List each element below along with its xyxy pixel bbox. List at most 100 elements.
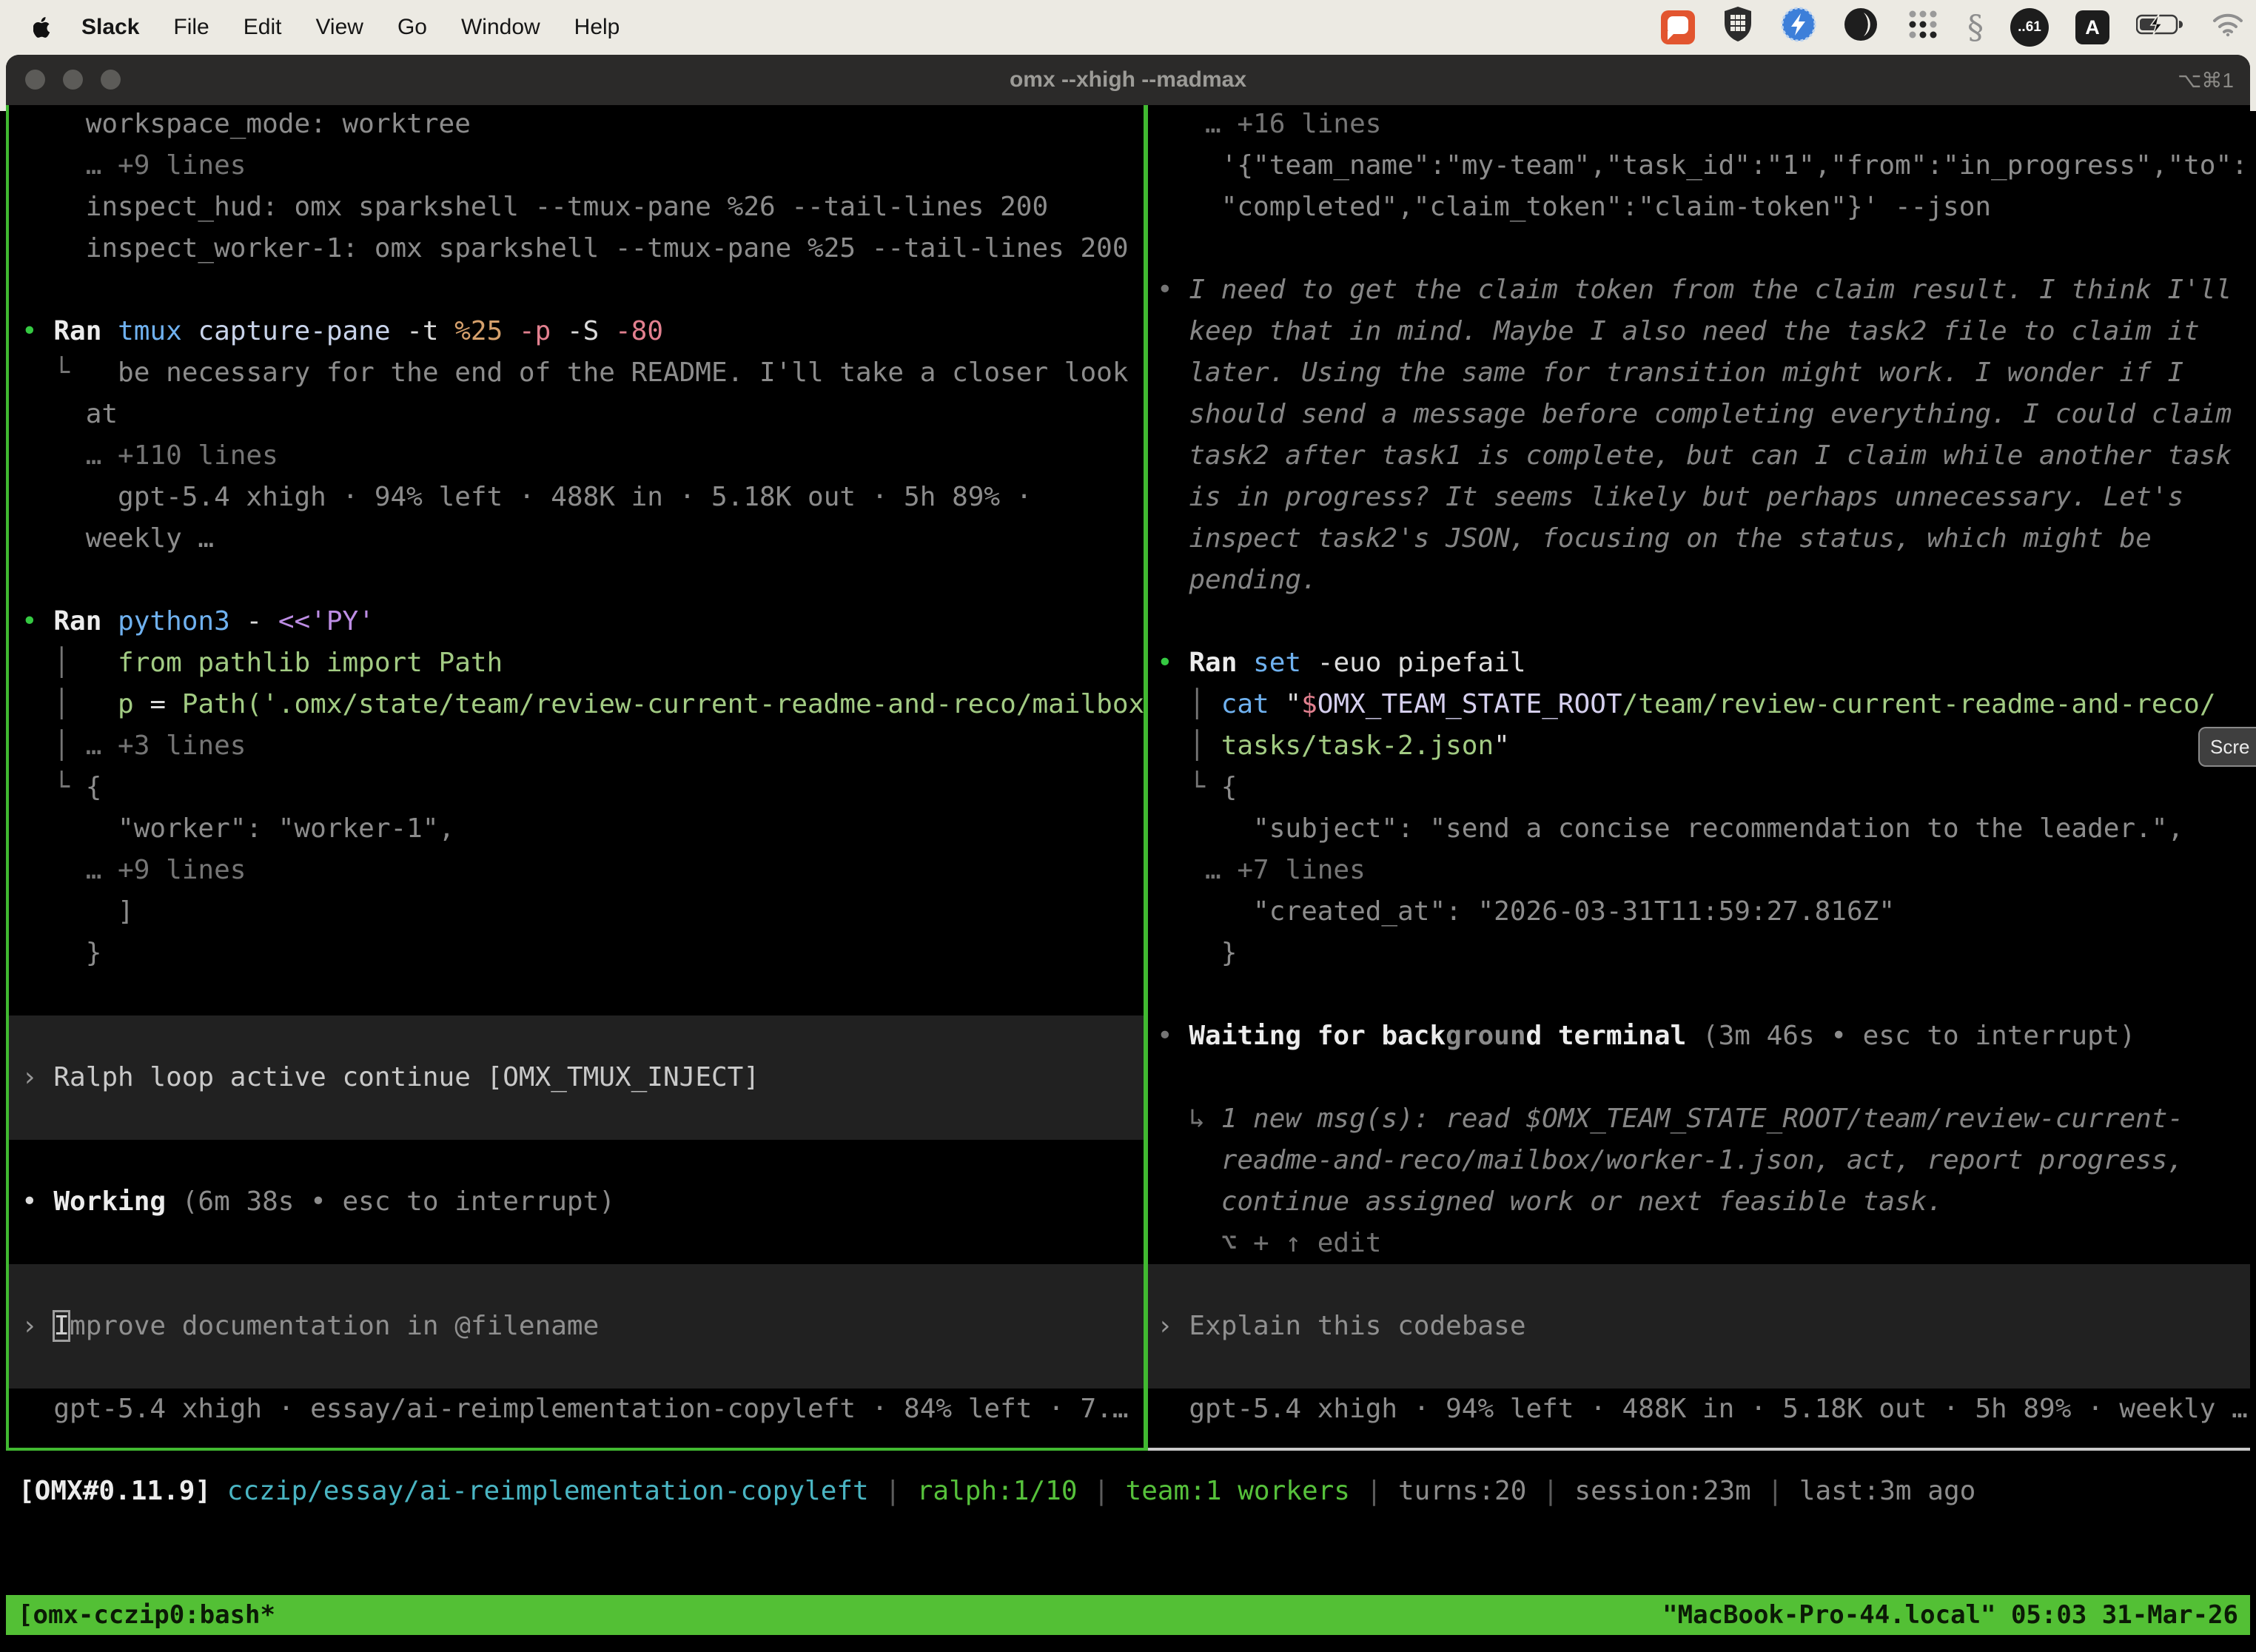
text-span: set: [1253, 648, 1317, 678]
terminal-line: • I need to get the claim token from the…: [1148, 269, 2250, 311]
prompt-input-row[interactable]: [9, 1347, 1144, 1389]
menu-item-window[interactable]: Window: [461, 15, 540, 40]
menu-bar: Slack File Edit View Go Window Help § ..…: [0, 0, 2256, 55]
timer-badge[interactable]: ..61: [2010, 8, 2049, 47]
text-span: last:3m ago: [1799, 1476, 1975, 1506]
terminal-line: • Waiting for background terminal (3m 46…: [1148, 1015, 2250, 1057]
terminal-line: └ {: [1148, 767, 2250, 808]
menu-item-view[interactable]: View: [315, 15, 363, 40]
menu-item-go[interactable]: Go: [397, 15, 427, 40]
text-span: Ran: [53, 316, 118, 346]
prompt-input-row[interactable]: › Explain this codebase: [1148, 1306, 2250, 1347]
terminal-line: … +7 lines: [1148, 850, 2250, 891]
text-span: inspect task2's JSON, focusing on the st…: [1157, 523, 2152, 554]
text-span: … +110 lines: [21, 440, 278, 471]
text-span: └: [1157, 772, 1221, 802]
terminal-line: workspace_mode: worktree: [9, 105, 1144, 145]
text-span: │ … +3 lines: [21, 731, 246, 761]
crescent-icon[interactable]: [1843, 7, 1879, 48]
menu-item-file[interactable]: File: [173, 15, 209, 40]
terminal-line: gpt-5.4 xhigh · 94% left · 488K in · 5.1…: [9, 477, 1144, 518]
text-span: %25: [454, 316, 519, 346]
terminal-line: [1148, 228, 2250, 269]
squiggle-icon[interactable]: §: [1967, 9, 1984, 47]
terminal-line: pending.: [1148, 560, 2250, 601]
text-span: from pathlib import Path: [118, 648, 503, 678]
wifi-icon[interactable]: [2212, 12, 2244, 43]
text-span: |: [1078, 1476, 1126, 1506]
dots-grid-icon[interactable]: [1905, 7, 1941, 48]
text-span: I need to get the claim token from the c…: [1189, 275, 2232, 305]
tmux-pane-left[interactable]: workspace_mode: worktree … +9 lines insp…: [6, 105, 1144, 1451]
text-span: ›: [21, 1062, 53, 1092]
shield-grid-icon[interactable]: [1722, 6, 1754, 49]
tmux-status-bar: [omx-cczip0:bash* "MacBook-Pro-44.local"…: [6, 1595, 2250, 1635]
terminal-line: └ {: [9, 767, 1144, 808]
terminal-line: weekly …: [9, 518, 1144, 560]
text-span: readme-and-reco/mailbox/worker-1.json, a…: [1157, 1145, 2183, 1175]
text-span: cat: [1221, 689, 1286, 719]
text-span: {: [86, 772, 102, 802]
apple-menu-icon[interactable]: [28, 16, 58, 39]
text-span: keep that in mind. Maybe I also need the…: [1157, 316, 2200, 346]
text-span: turns:20: [1398, 1476, 1526, 1506]
text-span: p: [118, 689, 150, 719]
text-span: "subject": "send a concise recommendatio…: [1157, 813, 2183, 844]
text-span: -euo pipefail: [1317, 648, 1526, 678]
text-span: |: [1350, 1476, 1398, 1506]
prompt-input-row[interactable]: › Improve documentation in @filename: [9, 1306, 1144, 1347]
text-span: inspect_hud: omx sparkshell --tmux-pane …: [21, 192, 1048, 222]
sync-bolt-icon[interactable]: [1781, 7, 1816, 48]
screen-overlay-label: Scre: [2210, 736, 2249, 759]
terminal-line: │ … +3 lines: [9, 725, 1144, 767]
text-span: │: [1157, 731, 1221, 761]
text-span: ›: [21, 1311, 53, 1341]
menu-app-name[interactable]: Slack: [81, 15, 139, 40]
text-span: |: [1526, 1476, 1574, 1506]
text-span: Ralph loop active continue [OMX_TMUX_INJ…: [53, 1062, 759, 1092]
terminal-line: │ from pathlib import Path: [9, 642, 1144, 684]
text-span: -: [246, 606, 278, 637]
prompt-input-row[interactable]: [1148, 1264, 2250, 1306]
prompt-input-row[interactable]: › Ralph loop active continue [OMX_TMUX_I…: [9, 1057, 1144, 1098]
terminal-line: inspect task2's JSON, focusing on the st…: [1148, 518, 2250, 560]
menu-item-edit[interactable]: Edit: [244, 15, 282, 40]
prompt-input-row[interactable]: [9, 1264, 1144, 1306]
prompt-input-row[interactable]: [1148, 1347, 2250, 1389]
omx-status-line: [OMX#0.11.9] cczip/essay/ai-reimplementa…: [6, 1471, 2250, 1512]
terminal-line: is in progress? It seems likely but perh…: [1148, 477, 2250, 518]
text-span: •: [1157, 275, 1189, 305]
text-span: -80: [615, 316, 663, 346]
text-span: (3m 46s • esc to interrupt): [1702, 1021, 2135, 1051]
chat-icon[interactable]: [1661, 10, 1695, 44]
text-span: ": [1285, 689, 1301, 719]
terminal-line: │ p = Path('.omx/state/team/review-curre…: [9, 684, 1144, 725]
text-span: capture-pane: [198, 316, 406, 346]
text-span: "completed","claim_token":"claim-token"}…: [1157, 192, 1991, 222]
battery-icon[interactable]: [2136, 13, 2185, 42]
terminal-line: [1148, 601, 2250, 642]
prompt-input-row[interactable]: [9, 1098, 1144, 1140]
prompt-input-row[interactable]: [9, 1015, 1144, 1057]
text-span: should send a message before completing …: [1157, 399, 2232, 429]
text-span: mprove documentation in @filename: [70, 1311, 599, 1341]
text-span: … +7 lines: [1157, 855, 1366, 885]
terminal-line: "worker": "worker-1",: [9, 808, 1144, 850]
terminal-line: • Ran python3 - <<'PY': [9, 601, 1144, 642]
terminal-line: should send a message before completing …: [1148, 394, 2250, 435]
terminal-line: … +9 lines: [9, 145, 1144, 187]
terminal-line: ↳ 1 new msg(s): read $OMX_TEAM_STATE_ROO…: [1148, 1098, 2250, 1140]
text-span: -t: [406, 316, 454, 346]
menu-item-help[interactable]: Help: [574, 15, 620, 40]
terminal-cursor: I: [53, 1311, 70, 1341]
text-span: team:1 workers: [1126, 1476, 1350, 1506]
window-titlebar[interactable]: omx --xhigh --madmax ⌥⌘1: [6, 55, 2250, 105]
tmux-pane-right[interactable]: … +16 lines '{"team_name":"my-team","tas…: [1148, 105, 2250, 1451]
text-span: "worker": "worker-1",: [21, 813, 454, 844]
input-source-key[interactable]: A: [2075, 10, 2109, 44]
terminal-line: [1148, 974, 2250, 1015]
text-span: -p: [519, 316, 567, 346]
text-span: later. Using the same for transition mig…: [1157, 357, 2183, 388]
text-span: Working: [53, 1186, 181, 1217]
text-span: Ran: [53, 606, 118, 637]
